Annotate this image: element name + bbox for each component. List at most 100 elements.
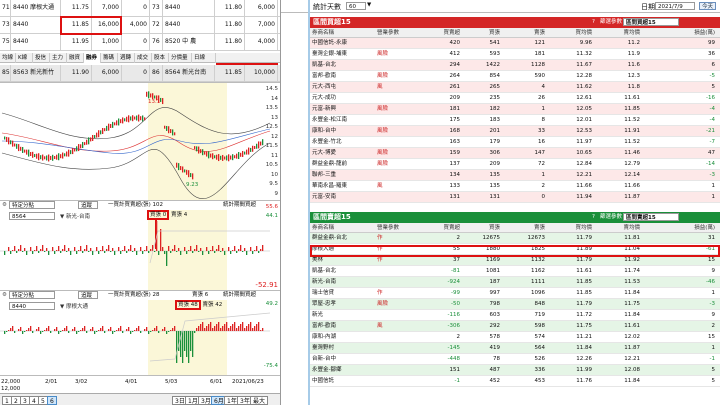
cell-pl: 5	[711, 84, 716, 90]
column-header[interactable]: 損益(萬)	[694, 28, 715, 38]
broker-row[interactable]: 85 8563 新光新竹 11.90 6,000 0 86 8564 新光台南 11.85 10…	[0, 65, 280, 82]
table-row[interactable]: 元大-西屯 風 261 265 4 11.62 11.8 5	[310, 82, 720, 93]
table-row[interactable]: 富邦-歡南 風 -306 292 598 11.75 11.61 2	[310, 321, 720, 332]
cell-bavg: 11.84	[576, 345, 592, 351]
cell-name: 康和-台中	[312, 128, 336, 134]
column-header[interactable]: 買張	[489, 223, 500, 233]
tab-3[interactable]: 主力	[50, 53, 67, 63]
candle	[78, 144, 80, 152]
tab-4[interactable]: 融資	[67, 53, 84, 63]
table-row[interactable]: 康和-內湖 2 578 574 11.21 12.02 15	[310, 332, 720, 343]
column-header[interactable]: 買賣超	[443, 28, 460, 38]
tab-7[interactable]: 週轉	[118, 53, 135, 63]
tab-10[interactable]: 分價量	[169, 53, 192, 63]
table-row[interactable]: 康和-台中 風險 168 201 33 12.53 11.91 -21	[310, 126, 720, 137]
table-row[interactable]: 凱基-台北 294 1422 1128 11.67 11.6 6	[310, 60, 720, 71]
table-row[interactable]: 中國信託 -1 452 453 11.76 11.84 5	[310, 376, 720, 387]
volume-bar	[48, 251, 50, 255]
column-header[interactable]: 賣均價	[623, 28, 640, 38]
broker-row[interactable]: 71 8440 摩根大通 11.75 7,000 0 73 8440 11.80 6,000	[0, 0, 280, 17]
tab-5[interactable]: 融券	[84, 53, 101, 63]
candle	[88, 137, 90, 145]
cell-sell: 12673	[527, 235, 546, 241]
column-header[interactable]: 營業參數	[377, 28, 399, 38]
candle	[136, 115, 138, 121]
date-input[interactable]: 2021/7/9	[655, 2, 695, 10]
candle	[204, 151, 206, 155]
candle	[164, 125, 166, 129]
candle	[48, 154, 50, 162]
column-header[interactable]: 買均價	[575, 223, 592, 233]
cell-name: 凱基-台北	[312, 268, 336, 274]
tab-0[interactable]: 均線	[0, 53, 16, 63]
range-button-6[interactable]: 最大	[250, 396, 269, 405]
column-header[interactable]: 券商名稱	[312, 223, 334, 233]
candle	[244, 151, 246, 155]
tab-2[interactable]: 投信	[33, 53, 50, 63]
broker-row[interactable]: 73 8440 11.85 16,000 4,000 72 8440 11.80 7,000	[0, 17, 280, 34]
volume-bar	[250, 247, 252, 251]
table-row[interactable]: 元大-成功 209 235 26 12.61 11.61 -16	[310, 93, 720, 104]
chevron-down-icon[interactable]: ▼	[367, 2, 371, 8]
tab-6[interactable]: 籌碼	[101, 53, 118, 63]
volume-bar	[162, 247, 164, 251]
cell-savg: 12.21	[624, 356, 640, 362]
table-row[interactable]: 台新-台中 -448 78 526 12.26 12.21 -1	[310, 354, 720, 365]
volume-bar	[212, 246, 214, 251]
table-row[interactable]: 聯邦-三重 134 135 1 12.21 12.14 -3	[310, 170, 720, 181]
table-row[interactable]: 臺灣企銀-埔東 風險 412 593 181 11.32 11.9 36	[310, 49, 720, 60]
cell-code2: 8520 中 農	[163, 34, 215, 50]
column-header[interactable]: 營業參數	[377, 223, 399, 233]
help-icon[interactable]: ?	[592, 212, 595, 223]
table-row[interactable]: 中國信託-永康 420 541 121 9.96 11.2 99	[310, 38, 720, 49]
table-row[interactable]: 元大-博愛 風險 159 306 147 10.65 11.46 47	[310, 148, 720, 159]
column-header[interactable]: 券商名稱	[312, 28, 334, 38]
column-header[interactable]: 賣張	[534, 223, 545, 233]
table-row[interactable]: 臺灣野村 -145 419 564 11.84 11.87 1	[310, 343, 720, 354]
table-row[interactable]: 眾屋-忠孝 風險 -50 798 848 11.79 11.75 -3	[310, 299, 720, 310]
sell-filter-dropdown[interactable]: 區間賣超15	[623, 213, 679, 221]
buy-filter-dropdown[interactable]: 區間買超15	[623, 18, 679, 26]
tab-8[interactable]: 成交	[135, 53, 152, 63]
right-scroll-edge[interactable]	[308, 0, 310, 405]
cell-bavg: 11.97	[576, 139, 592, 145]
stats-days-input[interactable]: 60	[346, 2, 366, 10]
volume-bar	[46, 328, 48, 331]
help-icon[interactable]: ?	[592, 17, 595, 28]
table-row[interactable]: 永豐金-松江南 175 183 8 12.01 11.52 -4	[310, 115, 720, 126]
table-row[interactable]: 群益金鼎-台北 作 2 12675 12673 11.79 11.81 31	[310, 233, 720, 244]
table-row[interactable]: 元富-新興 風險 181 182 1 12.05 11.85 -4	[310, 104, 720, 115]
table-row[interactable]: 華南永昌-羅東 風 133 135 2 11.66 11.66 1	[310, 181, 720, 192]
cell-code_name: 8440	[11, 17, 61, 33]
column-header[interactable]: 買張	[489, 28, 500, 38]
column-header[interactable]: 賣均價	[623, 223, 640, 233]
cell-net: 294	[449, 62, 461, 68]
column-header[interactable]: 買賣超	[443, 223, 460, 233]
table-row[interactable]: 新光 -116 603 719 11.72 11.84 9	[310, 310, 720, 321]
table-row[interactable]: 永豐金-鄒鄉 151 487 336 11.99 12.08 5	[310, 365, 720, 376]
tab-1[interactable]: K線	[16, 53, 33, 63]
column-header[interactable]: 買均價	[575, 28, 592, 38]
candle	[82, 141, 84, 148]
column-header[interactable]: 損益(萬)	[694, 223, 715, 233]
volume-bar	[40, 249, 42, 251]
table-row[interactable]: 富邦-歡南 風險 264 854 590 12.28 12.3 -5	[310, 71, 720, 82]
table-row[interactable]: 群益金鼎-龍前 風險 137 209 72 12.84 12.79 -14	[310, 159, 720, 170]
table-row[interactable]: 新光-台南 -924 187 1111 11.85 11.53 -46	[310, 277, 720, 288]
candle	[128, 115, 130, 123]
cell-buy: 487	[489, 367, 501, 373]
table-row[interactable]: 永豐金-竹北 163 179 16 11.97 11.52 -7	[310, 137, 720, 148]
table-row[interactable]: 瑞士信貸 作 -99 997 1096 11.85 11.84 1	[310, 288, 720, 299]
column-header[interactable]: 賣張	[534, 28, 545, 38]
table-row[interactable]: 元富-安南 131 131 0 11.94 11.87 1	[310, 192, 720, 203]
broker-row[interactable]: 75 8440 11.95 1,000 0 76 8520 中 農 11.80 4,000	[0, 34, 280, 51]
page-button-6[interactable]: 6	[47, 396, 57, 405]
tab-9[interactable]: 股本	[152, 53, 169, 63]
today-button[interactable]: 今天	[699, 2, 717, 10]
cell-net: -81	[451, 268, 460, 274]
volume-bar	[154, 251, 156, 252]
tab-11[interactable]: 日線	[192, 53, 216, 63]
candle	[112, 121, 114, 128]
candle	[186, 169, 188, 175]
table-row[interactable]: 凱基-台北 -81 1081 1162 11.61 11.74 9	[310, 266, 720, 277]
